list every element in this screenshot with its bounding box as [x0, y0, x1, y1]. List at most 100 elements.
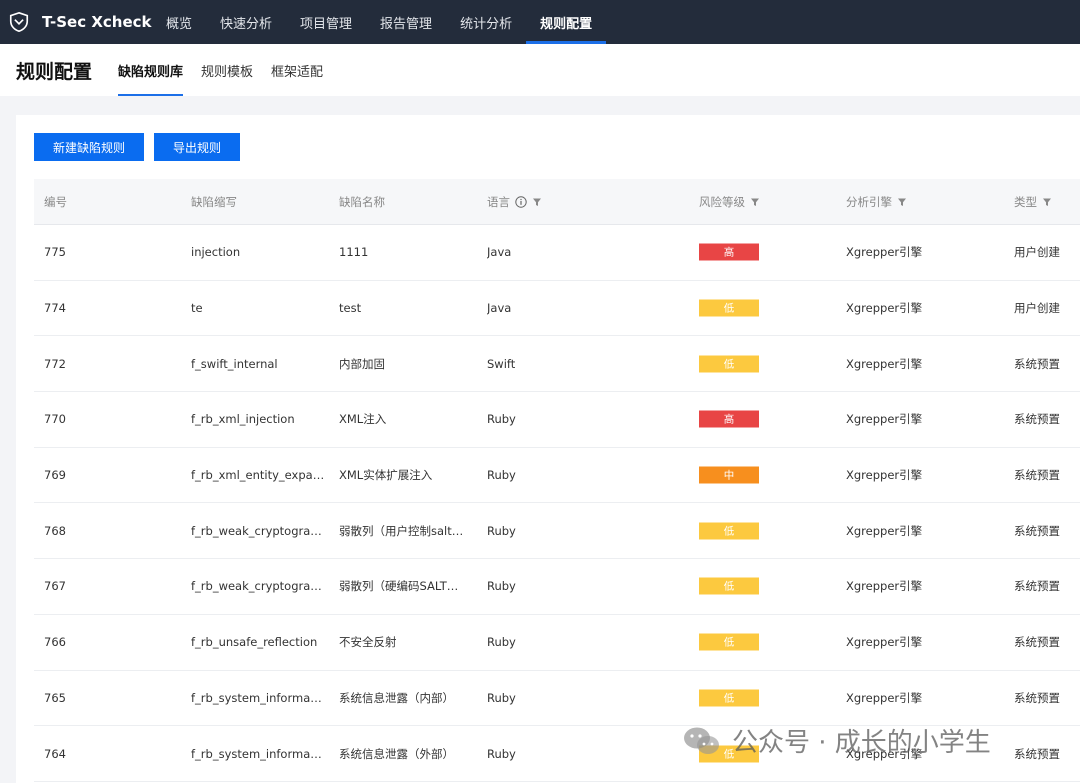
top-nav: T-Sec Xcheck 概览 快速分析 项目管理 报告管理 统计分析 规则配置	[0, 0, 1080, 44]
rule-abbr-cell: injection	[191, 245, 241, 260]
rule-id-cell: 765	[44, 690, 66, 705]
brand[interactable]: T-Sec Xcheck	[0, 0, 152, 44]
rule-lang-cell: Java	[487, 245, 512, 260]
risk-badge: 低	[699, 577, 759, 595]
rule-engine-cell: Xgrepper引擎	[846, 301, 923, 316]
risk-badge: 高	[699, 410, 759, 428]
table-row[interactable]: 767 f_rb_weak_cryptograph... 弱散列（硬编码SALT值）…	[34, 559, 1080, 615]
rule-type-cell: 系统预置	[1014, 746, 1060, 761]
rule-engine-cell: Xgrepper引擎	[846, 690, 923, 705]
page-tabs: 缺陷规则库 规则模板 框架适配	[118, 44, 341, 96]
header-engine-label: 分析引擎	[846, 194, 892, 209]
table-row[interactable]: 775 injection 1111 Java Xgrepper引擎 用户创建 高	[34, 225, 1080, 281]
header-risk-label: 风险等级	[699, 194, 745, 209]
risk-badge: 中	[699, 466, 759, 484]
rule-abbr-cell: f_rb_system_informatio...	[191, 690, 326, 705]
rule-abbr-cell: f_rb_xml_injection	[191, 412, 295, 427]
watermark: 公众号 · 成长的小学生	[682, 722, 991, 759]
rule-name-cell: XML注入	[339, 412, 387, 427]
tab-0[interactable]: 缺陷规则库	[118, 44, 184, 96]
header-name: 缺陷名称	[339, 194, 469, 210]
rule-name-cell: 弱散列（硬编码SALT值）	[339, 579, 469, 594]
filter-icon[interactable]	[750, 197, 760, 207]
rule-lang-cell: Ruby	[487, 468, 516, 483]
rule-type-cell: 系统预置	[1014, 412, 1060, 427]
header-risk: 风险等级	[699, 194, 760, 210]
rule-name-cell: 弱散列（用户控制salt值）	[339, 523, 469, 538]
header-engine: 分析引擎	[846, 194, 907, 210]
rule-type-cell: 系统预置	[1014, 468, 1060, 483]
table-row[interactable]: 765 f_rb_system_informatio... 系统信息泄露（内部） Ru…	[34, 671, 1080, 727]
rule-type-cell: 系统预置	[1014, 356, 1060, 371]
new-rule-button[interactable]: 新建缺陷规则	[34, 133, 145, 161]
rules-table: 编号 缺陷缩写 缺陷名称 语言 风险等级 分析引擎 类型 775 injecti…	[34, 179, 1080, 782]
header-type: 类型	[1014, 194, 1052, 210]
risk-badge: 低	[699, 355, 759, 373]
rule-id-cell: 764	[44, 746, 66, 761]
rule-name-cell: XML实体扩展注入	[339, 468, 433, 483]
rule-lang-cell: Swift	[487, 356, 516, 371]
table-row[interactable]: 766 f_rb_unsafe_reflection 不安全反射 Ruby Xgrepp…	[34, 615, 1080, 671]
rule-abbr-cell: f_rb_weak_cryptograph...	[191, 579, 326, 594]
header-type-label: 类型	[1014, 194, 1037, 209]
rule-engine-cell: Xgrepper引擎	[846, 523, 923, 538]
table-body: 775 injection 1111 Java Xgrepper引擎 用户创建高 774 te…	[34, 225, 1080, 782]
info-icon[interactable]	[515, 195, 527, 208]
nav-item-0[interactable]: 概览	[152, 0, 206, 44]
rule-type-cell: 系统预置	[1014, 690, 1060, 705]
rule-engine-cell: Xgrepper引擎	[846, 468, 923, 483]
rule-name-cell: 系统信息泄露（内部）	[339, 690, 454, 705]
risk-badge: 高	[699, 243, 759, 261]
header-lang-label: 语言	[487, 194, 510, 209]
rule-abbr-cell: f_rb_system_informatio...	[191, 746, 326, 761]
rule-engine-cell: Xgrepper引擎	[846, 245, 923, 260]
header-id: 编号	[44, 194, 67, 210]
rule-id-cell: 767	[44, 579, 66, 594]
filter-icon[interactable]	[532, 197, 542, 207]
rule-type-cell: 用户创建	[1014, 245, 1060, 260]
table-row[interactable]: 772 f_swift_internal 内部加固 Swift Xgrepper引擎 系统…	[34, 336, 1080, 393]
rule-type-cell: 系统预置	[1014, 579, 1060, 594]
header-abbr: 缺陷缩写	[191, 194, 326, 210]
rule-lang-cell: Ruby	[487, 746, 516, 761]
nav-item-5[interactable]: 规则配置	[526, 0, 607, 44]
table-row[interactable]: 774 te test Java Xgrepper引擎 用户创建 低	[34, 281, 1080, 337]
rule-id-cell: 772	[44, 356, 66, 371]
rule-id-cell: 770	[44, 412, 66, 427]
tab-2[interactable]: 框架适配	[271, 44, 323, 96]
nav-item-3[interactable]: 报告管理	[366, 0, 446, 44]
rule-name-cell: 1111	[339, 245, 369, 260]
rule-lang-cell: Ruby	[487, 635, 516, 650]
rule-type-cell: 系统预置	[1014, 635, 1060, 650]
nav-item-2[interactable]: 项目管理	[286, 0, 366, 44]
risk-badge: 低	[699, 633, 759, 651]
rule-lang-cell: Java	[487, 301, 512, 316]
filter-icon[interactable]	[1042, 197, 1052, 207]
rule-type-cell: 用户创建	[1014, 301, 1060, 316]
rule-abbr-cell: f_rb_xml_entity_expans...	[191, 468, 326, 483]
rule-abbr-cell: te	[191, 301, 203, 316]
header-id-label: 编号	[44, 194, 67, 209]
rule-engine-cell: Xgrepper引擎	[846, 356, 923, 371]
rule-lang-cell: Ruby	[487, 412, 516, 427]
header-lang: 语言	[487, 194, 542, 210]
table-row[interactable]: 769 f_rb_xml_entity_expans... XML实体扩展注入 Rub…	[34, 448, 1080, 504]
rule-type-cell: 系统预置	[1014, 523, 1060, 538]
risk-badge: 低	[699, 522, 759, 540]
rule-id-cell: 769	[44, 468, 66, 483]
page-header: 规则配置 缺陷规则库 规则模板 框架适配	[0, 44, 1080, 96]
nav-item-4[interactable]: 统计分析	[446, 0, 526, 44]
export-rules-button[interactable]: 导出规则	[154, 133, 241, 161]
table-row[interactable]: 770 f_rb_xml_injection XML注入 Ruby Xgrepper引擎…	[34, 392, 1080, 448]
table-header: 编号 缺陷缩写 缺陷名称 语言 风险等级 分析引擎 类型	[34, 179, 1080, 225]
nav-item-1[interactable]: 快速分析	[206, 0, 286, 44]
page-title: 规则配置	[16, 60, 93, 83]
rule-name-cell: 不安全反射	[339, 635, 397, 650]
wechat-icon	[682, 725, 722, 757]
filter-icon[interactable]	[897, 197, 907, 207]
header-abbr-label: 缺陷缩写	[191, 194, 237, 209]
rule-lang-cell: Ruby	[487, 690, 516, 705]
table-row[interactable]: 768 f_rb_weak_cryptograph... 弱散列（用户控制salt值…	[34, 503, 1080, 560]
tab-1[interactable]: 规则模板	[201, 44, 253, 96]
rule-abbr-cell: f_rb_weak_cryptograph...	[191, 523, 326, 538]
